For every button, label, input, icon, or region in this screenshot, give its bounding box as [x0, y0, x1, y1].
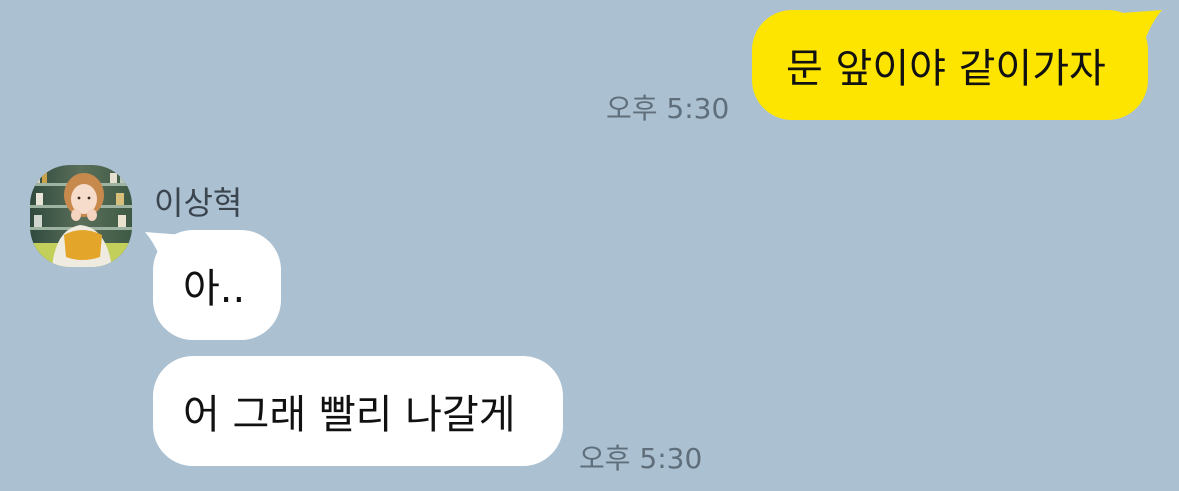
message-timestamp: 오후 5:30 — [606, 92, 730, 125]
chat-room: 문 앞이야 같이가자 오후 5:30 이상혁 아.. 어 그래 빨리 나갈게 오… — [0, 0, 1179, 491]
incoming-message-bubble[interactable]: 어 그래 빨리 나갈게 — [153, 356, 563, 466]
sender-avatar[interactable] — [30, 165, 132, 267]
outgoing-message-bubble[interactable]: 문 앞이야 같이가자 — [752, 10, 1148, 120]
profile-photo-icon — [30, 165, 132, 267]
message-text: 문 앞이야 같이가자 — [786, 46, 1106, 92]
message-timestamp: 오후 5:30 — [579, 442, 703, 475]
sender-name: 이상혁 — [154, 184, 243, 222]
message-text: 어 그래 빨리 나갈게 — [183, 392, 516, 438]
message-text: 아.. — [183, 266, 246, 312]
incoming-message-bubble[interactable]: 아.. — [153, 230, 281, 340]
